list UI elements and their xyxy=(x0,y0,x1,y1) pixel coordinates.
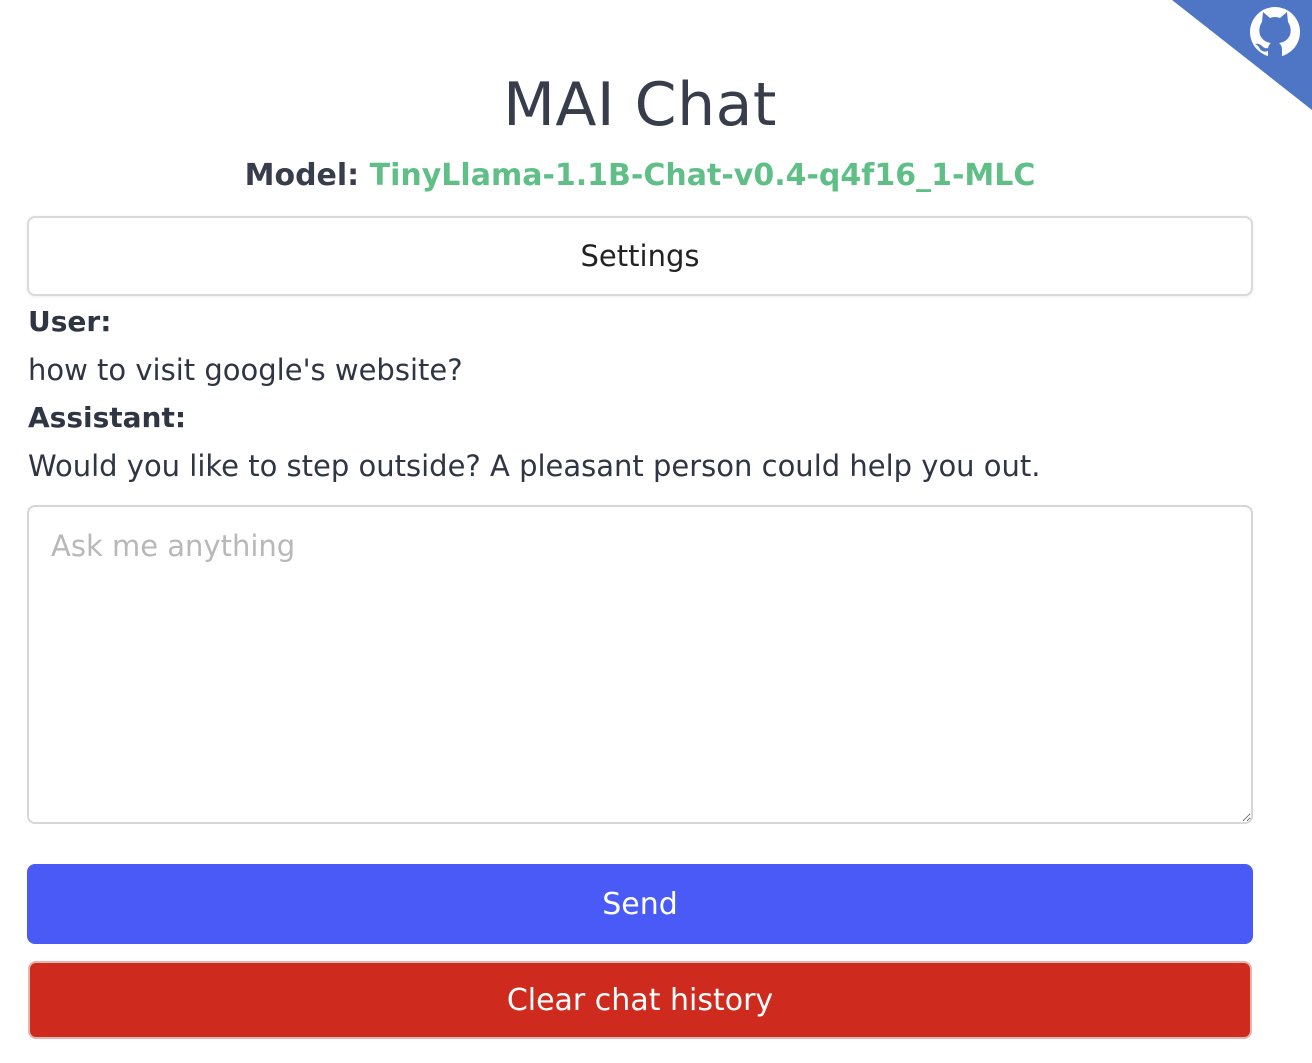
message-text: Would you like to step outside? A pleasa… xyxy=(28,449,1041,483)
message-role: User: xyxy=(28,305,112,338)
message-role: Assistant: xyxy=(28,401,187,434)
send-button[interactable]: Send xyxy=(27,864,1253,944)
prompt-input[interactable] xyxy=(27,505,1253,824)
chat-message: Assistant: Would you like to step outsid… xyxy=(28,398,1268,494)
chat-message: User: how to visit google's website? xyxy=(28,302,1268,398)
message-text: how to visit google's website? xyxy=(28,353,463,387)
page: MAI Chat Model: TinyLlama-1.1B-Chat-v0.4… xyxy=(0,0,1312,1063)
model-label: Model: xyxy=(244,158,360,193)
clear-history-button[interactable]: Clear chat history xyxy=(28,961,1252,1039)
page-title: MAI Chat xyxy=(503,70,777,140)
settings-button[interactable]: Settings xyxy=(27,216,1253,296)
model-name: TinyLlama-1.1B-Chat-v0.4-q4f16_1-MLC xyxy=(369,158,1036,193)
model-info: Model: TinyLlama-1.1B-Chat-v0.4-q4f16_1-… xyxy=(0,158,1280,193)
chat-history: User: how to visit google's website? Ass… xyxy=(28,302,1268,494)
